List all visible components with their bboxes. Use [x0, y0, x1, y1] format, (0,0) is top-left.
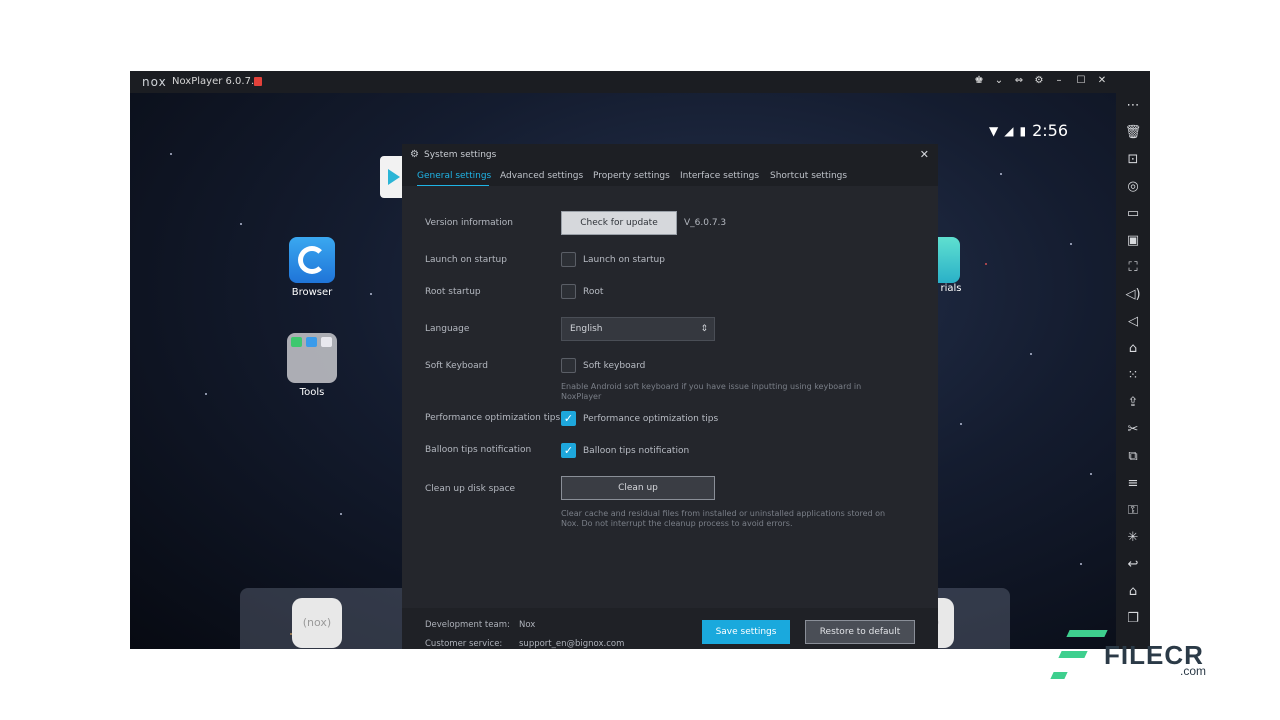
- system-settings-dialog: ⚙ System settings ✕ General settings Adv…: [402, 144, 938, 649]
- dialog-footer: Development team: Nox Customer service: …: [402, 608, 938, 649]
- multi-instance-icon[interactable]: ⧉: [1116, 447, 1150, 467]
- recent-icon[interactable]: ❐: [1116, 609, 1150, 629]
- version-label: Version information: [425, 218, 513, 228]
- check-for-update-button[interactable]: Check for update: [561, 211, 677, 235]
- language-select[interactable]: English ⇕: [561, 317, 715, 341]
- title-bar: nox NoxPlayer 6.0.7.3 ♚ ⌄ ⇔ ⚙ – ☐ ✕: [130, 71, 1150, 93]
- location-icon[interactable]: ◎: [1116, 177, 1150, 197]
- screen-icon[interactable]: ▭: [1116, 204, 1150, 224]
- language-label: Language: [425, 324, 470, 334]
- user-icon[interactable]: ♚: [972, 75, 986, 86]
- android-screen: ▼ ◢ ▮ 2:56 Browser Tools rials (nox) ⚙ S…: [130, 93, 1116, 649]
- fullscreen-icon[interactable]: ⛶: [1116, 258, 1150, 278]
- filecr-watermark: FILECR .com: [1048, 628, 1218, 680]
- nox-app-icon[interactable]: (nox): [292, 598, 342, 648]
- robot-icon[interactable]: ⊡: [1116, 150, 1150, 170]
- language-value: English: [570, 324, 603, 334]
- play-store-icon[interactable]: [380, 156, 402, 198]
- app-folder-tools[interactable]: Tools: [280, 333, 344, 398]
- root-checkbox[interactable]: [561, 284, 576, 299]
- cleanup-label: Clean up disk space: [425, 484, 516, 494]
- status-bar: ▼ ◢ ▮ 2:56: [989, 121, 1068, 140]
- dialog-title: System settings: [424, 150, 497, 160]
- soft-keyboard-label: Soft Keyboard: [425, 361, 488, 371]
- tab-advanced-settings[interactable]: Advanced settings: [500, 171, 583, 181]
- scissors-icon[interactable]: ✂: [1116, 420, 1150, 440]
- key-icon[interactable]: ⚿: [1116, 501, 1150, 521]
- menu-icon[interactable]: ≡: [1116, 474, 1150, 494]
- clean-up-button[interactable]: Clean up: [561, 476, 715, 500]
- tutorials-icon: [936, 237, 960, 283]
- customer-service-email[interactable]: support_en@bignox.com: [519, 639, 624, 649]
- dev-team-value: Nox: [519, 620, 536, 630]
- perf-tips-label: Performance optimization tips: [425, 413, 561, 423]
- launch-startup-checkbox[interactable]: [561, 252, 576, 267]
- loading-icon[interactable]: ✳: [1116, 528, 1150, 548]
- shake-icon[interactable]: ⁙: [1116, 366, 1150, 386]
- wifi-icon: ▼: [988, 123, 999, 138]
- emulator-window: nox NoxPlayer 6.0.7.3 ♚ ⌄ ⇔ ⚙ – ☐ ✕ ▼ ◢ …: [130, 71, 1150, 649]
- settings-gear-icon: ⚙: [410, 149, 419, 160]
- app-label: Tools: [299, 387, 325, 398]
- side-toolbar: ⋯ 🗑 ⊡ ◎ ▭ ▣ ⛶ ◁) ◁ ⌂ ⁙ ⇪ ✂ ⧉ ≡ ⚿ ✳ ↩ ⌂ ❐: [1116, 93, 1150, 649]
- balloon-tips-checkbox[interactable]: ✓: [561, 443, 576, 458]
- soft-keyboard-checkbox-label[interactable]: Soft keyboard: [583, 361, 645, 371]
- cleanup-hint: Clear cache and residual files from inst…: [561, 509, 886, 528]
- dev-team-label: Development team:: [425, 620, 510, 630]
- launch-startup-checkbox-label[interactable]: Launch on startup: [583, 255, 665, 265]
- notification-badge: [254, 77, 262, 86]
- app-label: Browser: [291, 287, 333, 298]
- folder-icon: [287, 333, 337, 383]
- balloon-tips-label: Balloon tips notification: [425, 445, 532, 455]
- signal-icon: ◢: [1004, 123, 1014, 138]
- chevron-down-icon[interactable]: ⌄: [992, 75, 1006, 86]
- save-settings-button[interactable]: Save settings: [702, 620, 790, 644]
- tab-interface-settings[interactable]: Interface settings: [680, 171, 759, 181]
- perf-tips-checkbox[interactable]: ✓: [561, 411, 576, 426]
- toolbox-icon[interactable]: ⌂: [1116, 339, 1150, 359]
- tab-property-settings[interactable]: Property settings: [593, 171, 670, 181]
- close-window-button[interactable]: ✕: [1095, 75, 1109, 86]
- minimize-button[interactable]: –: [1052, 75, 1066, 86]
- customer-service-label: Customer service:: [425, 639, 503, 649]
- back-icon[interactable]: ↩: [1116, 555, 1150, 575]
- volume-down-icon[interactable]: ◁: [1116, 312, 1150, 332]
- root-startup-label: Root startup: [425, 287, 481, 297]
- upload-icon[interactable]: ⇪: [1116, 393, 1150, 413]
- clock: 2:56: [1032, 121, 1068, 140]
- launch-startup-label: Launch on startup: [425, 255, 507, 265]
- close-icon[interactable]: ✕: [920, 148, 929, 161]
- balloon-tips-checkbox-label[interactable]: Balloon tips notification: [583, 446, 689, 456]
- watermark-suffix: .com: [1180, 664, 1207, 678]
- root-checkbox-label[interactable]: Root: [583, 287, 603, 297]
- dialog-header: ⚙ System settings ✕ General settings Adv…: [402, 144, 938, 186]
- volume-up-icon[interactable]: ◁): [1116, 285, 1150, 305]
- tab-general-settings[interactable]: General settings: [417, 171, 491, 181]
- updown-chevron-icon: ⇕: [700, 324, 708, 334]
- battery-icon: ▮: [1019, 123, 1027, 138]
- app-label: rials: [940, 283, 962, 294]
- tab-shortcut-settings[interactable]: Shortcut settings: [770, 171, 847, 181]
- home-icon[interactable]: ⌂: [1116, 582, 1150, 602]
- apk-icon[interactable]: ▣: [1116, 231, 1150, 251]
- more-icon[interactable]: ⋯: [1116, 96, 1150, 116]
- maximize-button[interactable]: ☐: [1074, 75, 1088, 86]
- restore-default-button[interactable]: Restore to default: [805, 620, 915, 644]
- trash-icon[interactable]: 🗑: [1116, 123, 1150, 143]
- perf-tips-checkbox-label[interactable]: Performance optimization tips: [583, 414, 718, 424]
- app-tutorials[interactable]: rials: [936, 237, 966, 294]
- nox-logo: nox: [142, 75, 167, 89]
- gear-icon[interactable]: ⚙: [1032, 75, 1046, 86]
- pin-icon[interactable]: ⇔: [1012, 75, 1026, 86]
- soft-keyboard-hint: Enable Android soft keyboard if you have…: [561, 382, 862, 401]
- version-value: V_6.0.7.3: [684, 218, 727, 228]
- browser-icon: [289, 237, 335, 283]
- active-tab-indicator: [417, 185, 489, 186]
- soft-keyboard-checkbox[interactable]: [561, 358, 576, 373]
- window-title: NoxPlayer 6.0.7.3: [172, 76, 261, 87]
- app-browser[interactable]: Browser: [280, 237, 344, 298]
